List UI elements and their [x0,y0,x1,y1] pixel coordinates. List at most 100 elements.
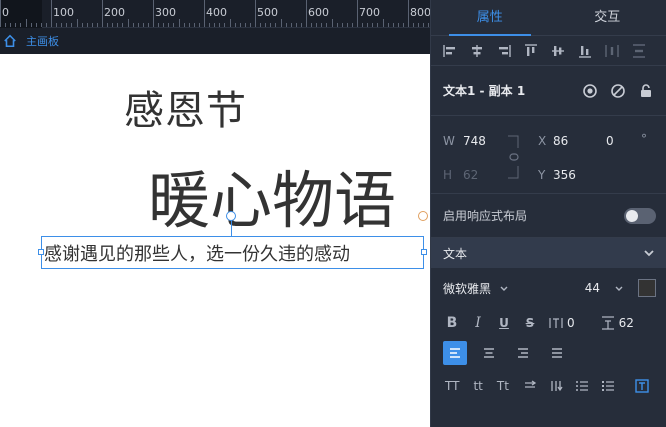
ruler-tick [10,23,12,27]
ruler-tick [102,0,103,27]
text-color-swatch[interactable] [638,279,656,297]
ruler-tick [285,23,287,27]
text-warm-story[interactable]: 暖心物语 [148,150,396,240]
text-style-row: B I U S 0 62 [431,308,666,338]
text-align-right-icon[interactable] [511,341,535,365]
ruler-tick [15,23,17,27]
ruler-tick [244,23,246,27]
bold-button[interactable]: B [445,315,459,331]
distribute-h-icon [605,44,619,58]
properties-panel: 属性 交互 文本1 - 副本 1 W 748 H 62 X 86 0 ° Y 3… [430,0,666,427]
ruler-tick [5,23,7,27]
ruler-tick [402,23,404,27]
rotation-handle-alt[interactable] [418,211,428,221]
titlecase-button[interactable]: Tt [497,379,509,393]
disable-icon[interactable] [610,83,626,99]
ruler-tick [351,23,353,27]
ruler-tick [122,23,124,27]
ruler-tick [81,23,83,27]
lowercase-button[interactable]: tt [473,379,482,393]
ruler-tick [229,19,231,27]
text-box-icon[interactable] [635,379,649,393]
column-layout-icon[interactable] [549,379,563,393]
font-size-chevron-icon[interactable] [612,281,626,295]
ruler-tick [127,19,129,27]
ruler-tick [25,19,27,27]
breadcrumb-main-artboard[interactable]: 主画板 [26,33,59,49]
x-label: X [538,134,547,148]
align-right-icon[interactable] [497,44,511,58]
ruler-tick [142,23,144,27]
ruler-tick [153,0,154,27]
unordered-list-icon[interactable] [601,379,615,393]
width-input[interactable]: 748 [463,134,486,148]
rotation-input[interactable]: 0 [606,134,614,148]
font-size-select[interactable]: 44 [585,281,600,295]
vertical-layout-icon[interactable] [523,379,537,393]
ruler-tick [290,23,292,27]
line-height-icon [601,316,615,330]
resize-handle-right[interactable] [421,249,427,255]
ruler-tick [30,23,32,27]
ruler-tick [341,23,343,27]
ruler-tick [260,23,262,27]
ruler-tick [280,19,282,27]
align-bottom-icon[interactable] [578,44,592,58]
tab-interaction[interactable]: 交互 [549,0,666,35]
home-icon[interactable] [2,33,18,49]
text-section-title: 文本 [443,246,468,261]
text-align-center-icon[interactable] [477,341,501,365]
ruler-tick [367,23,369,27]
eye-icon[interactable] [582,83,598,99]
unlock-icon[interactable] [638,83,654,99]
align-center-h-icon[interactable] [470,44,484,58]
uppercase-button[interactable]: TT [445,379,459,393]
ruler-tick [204,0,205,27]
artboard-canvas[interactable]: 感恩节 暖心物语 感谢遇见的那些人，选一份久违的感动 [0,54,430,427]
ruler-tick [326,23,328,27]
height-label: H [443,168,453,182]
ruler-label: 300 [155,6,176,19]
resize-handle-left[interactable] [38,249,44,255]
tab-properties[interactable]: 属性 [431,0,549,36]
chevron-down-icon[interactable] [642,246,656,260]
height-input[interactable]: 62 [463,168,478,182]
ruler-tick [311,23,313,27]
text-align-left-icon[interactable] [443,341,467,365]
text-section-header[interactable]: 文本 [431,238,666,268]
responsive-layout-toggle[interactable] [624,207,656,224]
ruler-tick [137,23,139,27]
rotation-unit: ° [641,132,647,146]
y-label: Y [538,168,546,182]
ruler-tick [76,19,78,27]
align-center-v-icon[interactable] [551,44,565,58]
text-thanksgiving[interactable]: 感恩节 [124,78,247,136]
align-left-icon[interactable] [443,44,457,58]
aspect-lock-icon[interactable] [507,134,521,180]
selection-box[interactable] [41,236,424,269]
font-family-chevron-icon[interactable] [497,281,511,295]
rotation-handle[interactable] [226,211,236,221]
ruler-label: 800 [410,6,431,19]
ruler-tick [198,23,200,27]
ordered-list-icon[interactable] [575,379,589,393]
ruler-tick [209,23,211,27]
italic-button[interactable]: I [471,315,485,331]
ruler-tick [239,23,241,27]
strikethrough-button[interactable]: S [523,316,537,330]
letter-spacing-input[interactable]: 0 [567,316,575,330]
layer-name[interactable]: 文本1 - 副本 1 [443,82,570,99]
y-input[interactable]: 356 [553,168,576,182]
rotation-stem [231,220,232,236]
font-family-select[interactable]: 微软雅黑 [443,280,491,297]
line-height-input[interactable]: 62 [619,316,634,330]
ruler-tick [193,23,195,27]
x-input[interactable]: 86 [553,134,568,148]
ruler-tick [163,23,165,27]
ruler-tick [178,19,180,27]
ruler-tick [0,0,1,27]
align-top-icon[interactable] [524,43,538,58]
text-align-justify-icon[interactable] [545,341,569,365]
underline-button[interactable]: U [497,316,511,330]
ruler-tick [331,19,333,27]
